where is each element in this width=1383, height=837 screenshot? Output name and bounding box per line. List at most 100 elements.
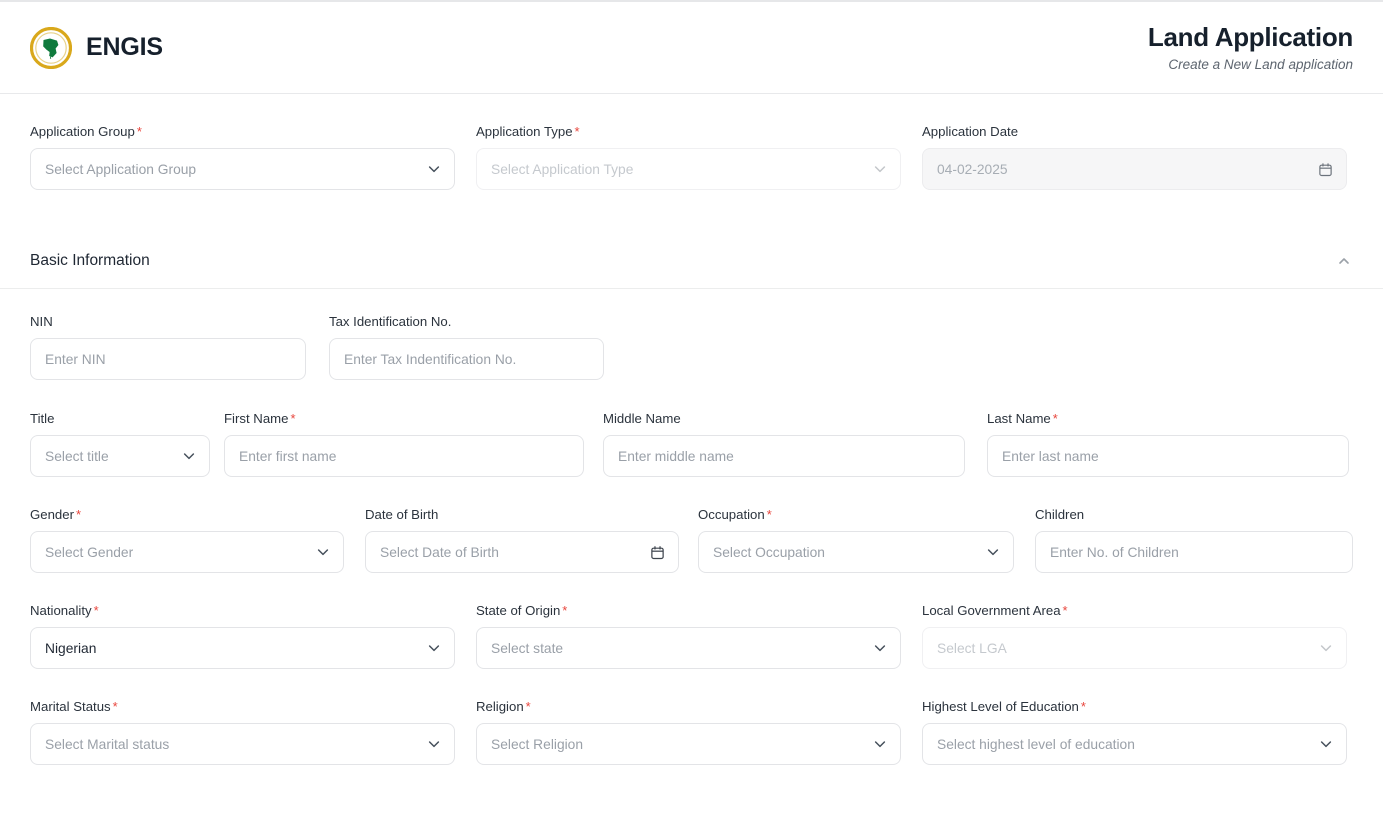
religion-placeholder: Select Religion bbox=[491, 736, 584, 752]
nin-placeholder: Enter NIN bbox=[45, 351, 106, 367]
field-middle-name: Middle Name Enter middle name bbox=[603, 411, 965, 477]
highest-level-of-education-placeholder: Select highest level of education bbox=[937, 736, 1135, 752]
field-nin: NIN Enter NIN bbox=[30, 314, 306, 380]
gender-select[interactable]: Select Gender bbox=[30, 531, 344, 573]
field-first-name: First Name * Enter first name bbox=[224, 411, 584, 477]
gender-placeholder: Select Gender bbox=[45, 544, 134, 560]
first-name-input[interactable]: Enter first name bbox=[224, 435, 584, 477]
required-asterisk: * bbox=[76, 507, 82, 522]
date-of-birth-placeholder: Select Date of Birth bbox=[380, 544, 499, 560]
engis-circular-emblem-icon bbox=[29, 26, 73, 69]
nationality-value: Nigerian bbox=[45, 640, 97, 656]
name-row: Title Select title First Name * Enter fir… bbox=[30, 411, 1353, 477]
chevron-up-icon[interactable] bbox=[1336, 253, 1352, 269]
chevron-down-icon bbox=[986, 545, 1000, 559]
application-type-placeholder: Select Application Type bbox=[491, 161, 634, 177]
first-name-placeholder: Enter first name bbox=[239, 448, 337, 464]
required-asterisk: * bbox=[112, 699, 118, 714]
label-application-type: Application Type * bbox=[476, 124, 580, 139]
field-local-government-area: Local Government Area * Select LGA bbox=[922, 603, 1347, 669]
label-first-name: First Name * bbox=[224, 411, 296, 426]
tax-identification-input[interactable]: Enter Tax Indentification No. bbox=[329, 338, 604, 380]
chevron-down-icon bbox=[316, 545, 330, 559]
chevron-down-icon bbox=[873, 162, 887, 176]
required-asterisk: * bbox=[1080, 699, 1086, 714]
application-group-select[interactable]: Select Application Group bbox=[30, 148, 455, 190]
basic-information-header[interactable]: Basic Information bbox=[0, 252, 1383, 270]
application-date-input[interactable]: 04-02-2025 bbox=[922, 148, 1347, 190]
label-occupation: Occupation * bbox=[698, 507, 772, 522]
chevron-down-icon bbox=[873, 737, 887, 751]
label-nin: NIN bbox=[30, 314, 53, 329]
chevron-down-icon bbox=[1319, 737, 1333, 751]
application-group-placeholder: Select Application Group bbox=[45, 161, 197, 177]
field-last-name: Last Name * Enter last name bbox=[987, 411, 1349, 477]
last-name-placeholder: Enter last name bbox=[1002, 448, 1099, 464]
label-last-name: Last Name * bbox=[987, 411, 1058, 426]
highest-level-of-education-select[interactable]: Select highest level of education bbox=[922, 723, 1347, 765]
chevron-down-icon bbox=[427, 737, 441, 751]
date-of-birth-input[interactable]: Select Date of Birth bbox=[365, 531, 679, 573]
label-marital-status: Marital Status * bbox=[30, 699, 118, 714]
nin-input[interactable]: Enter NIN bbox=[30, 338, 306, 380]
identification-row: NIN Enter NIN Tax Identification No. Ent… bbox=[30, 314, 1353, 380]
calendar-icon[interactable] bbox=[650, 545, 665, 560]
required-asterisk: * bbox=[1062, 603, 1068, 618]
field-marital-status: Marital Status * Select Marital status bbox=[30, 699, 455, 765]
section-divider bbox=[0, 288, 1383, 289]
page-title: Land Application bbox=[1147, 21, 1353, 52]
nationality-select[interactable]: Nigerian bbox=[30, 627, 455, 669]
label-tax-identification-no: Tax Identification No. bbox=[329, 314, 452, 329]
title-select[interactable]: Select title bbox=[30, 435, 210, 477]
field-title: Title Select title bbox=[30, 411, 210, 477]
label-application-group: Application Group * bbox=[30, 124, 142, 139]
label-application-date: Application Date bbox=[922, 124, 1019, 139]
label-middle-name: Middle Name bbox=[603, 411, 681, 426]
label-religion: Religion * bbox=[476, 699, 531, 714]
field-application-date: Application Date 04-02-2025 bbox=[922, 124, 1347, 190]
field-date-of-birth: Date of Birth Select Date of Birth bbox=[365, 507, 679, 573]
children-input[interactable]: Enter No. of Children bbox=[1035, 531, 1353, 573]
application-type-select[interactable]: Select Application Type bbox=[476, 148, 901, 190]
religion-select[interactable]: Select Religion bbox=[476, 723, 901, 765]
field-highest-level-of-education: Highest Level of Education * Select highe… bbox=[922, 699, 1347, 765]
title-placeholder: Select title bbox=[45, 448, 109, 464]
marital-status-placeholder: Select Marital status bbox=[45, 736, 170, 752]
application-meta-row: Application Group * Select Application Gr… bbox=[30, 124, 1353, 190]
field-application-group: Application Group * Select Application Gr… bbox=[30, 124, 455, 190]
state-of-origin-select[interactable]: Select state bbox=[476, 627, 901, 669]
field-tax-identification-no: Tax Identification No. Enter Tax Indenti… bbox=[329, 314, 604, 380]
label-state-of-origin: State of Origin * bbox=[476, 603, 568, 618]
application-meta-section: Application Group * Select Application Gr… bbox=[0, 124, 1383, 190]
field-state-of-origin: State of Origin * Select state bbox=[476, 603, 901, 669]
basic-information-fields: NIN Enter NIN Tax Identification No. Ent… bbox=[0, 314, 1383, 765]
calendar-icon bbox=[1318, 162, 1333, 177]
label-gender: Gender * bbox=[30, 507, 82, 522]
required-asterisk: * bbox=[1052, 411, 1058, 426]
field-nationality: Nationality * Nigerian bbox=[30, 603, 455, 669]
field-children: Children Enter No. of Children bbox=[1035, 507, 1353, 573]
occupation-placeholder: Select Occupation bbox=[713, 544, 825, 560]
section-title: Basic Information bbox=[30, 252, 150, 269]
chevron-down-icon bbox=[427, 162, 441, 176]
chevron-down-icon bbox=[427, 641, 441, 655]
tax-identification-placeholder: Enter Tax Indentification No. bbox=[344, 351, 517, 367]
field-religion: Religion * Select Religion bbox=[476, 699, 901, 765]
required-asterisk: * bbox=[525, 699, 531, 714]
field-application-type: Application Type * Select Application Typ… bbox=[476, 124, 901, 190]
middle-name-input[interactable]: Enter middle name bbox=[603, 435, 965, 477]
occupation-select[interactable]: Select Occupation bbox=[698, 531, 1014, 573]
marital-status-select[interactable]: Select Marital status bbox=[30, 723, 455, 765]
header-titles: Land Application Create a New Land appli… bbox=[1147, 21, 1355, 72]
brand[interactable]: ENGIS bbox=[29, 26, 163, 69]
origin-row: Nationality * Nigerian State of Origin * S… bbox=[30, 603, 1353, 669]
local-government-area-select[interactable]: Select LGA bbox=[922, 627, 1347, 669]
required-asterisk: * bbox=[562, 603, 568, 618]
background-row: Marital Status * Select Marital status Re… bbox=[30, 699, 1353, 765]
required-asterisk: * bbox=[290, 411, 296, 426]
last-name-input[interactable]: Enter last name bbox=[987, 435, 1349, 477]
middle-name-placeholder: Enter middle name bbox=[618, 448, 734, 464]
chevron-down-icon bbox=[182, 449, 196, 463]
label-date-of-birth: Date of Birth bbox=[365, 507, 439, 522]
label-children: Children bbox=[1035, 507, 1085, 522]
